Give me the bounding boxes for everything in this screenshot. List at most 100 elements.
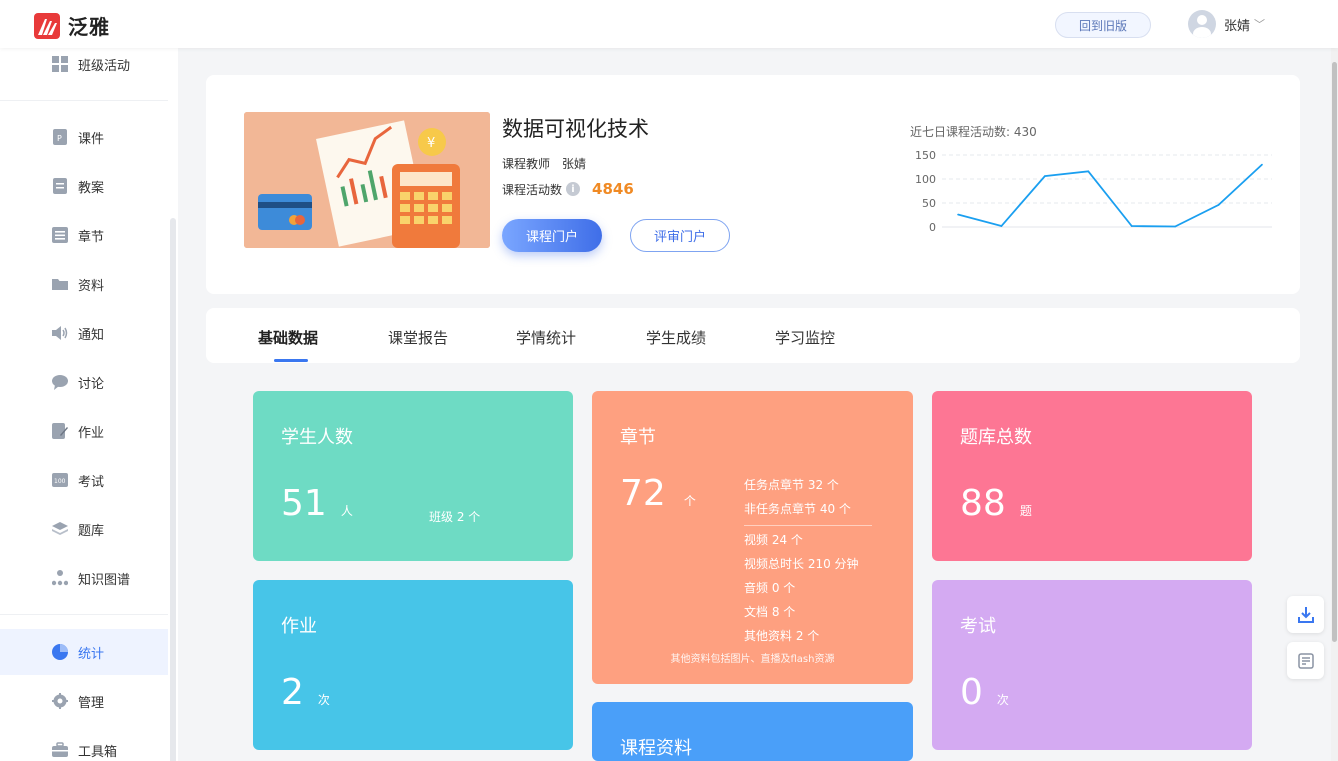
card-unit: 人: [340, 504, 353, 518]
sidebar: 班级活动 P 课件 教案 章节 资料 通知 讨论 作业 100 考试 题库 知识…: [0, 48, 178, 761]
mini-chart-title: 近七日课程活动数: 430: [910, 125, 1037, 139]
sidebar-item-label: 知识图谱: [78, 572, 131, 588]
download-button[interactable]: [1287, 596, 1324, 633]
sidebar-item-label: 课件: [78, 131, 105, 147]
card-value-line: 2 次: [281, 672, 330, 713]
toolbox-icon: [52, 742, 68, 757]
course-activity: 课程活动数 i 4846: [502, 180, 634, 198]
data-point[interactable]: [1130, 225, 1133, 227]
card-value-line: 0 次: [960, 672, 1009, 713]
sidebar-scrollbar[interactable]: [170, 218, 176, 761]
course-info-card: ¥ 数据可视化技术 课程教师 张婧 课程活动数 i 4846 课程门户 评审门户 …: [206, 75, 1300, 294]
tab-student-grades[interactable]: 学生成绩: [646, 327, 706, 348]
teacher-name: 张婧: [562, 157, 587, 171]
students-card[interactable]: 学生人数 51 人 班级 2 个: [253, 391, 573, 561]
logo-icon: [34, 12, 60, 39]
sidebar-item-label: 讨论: [78, 376, 105, 392]
speaker-icon: [52, 326, 68, 340]
sidebar-item-question-bank[interactable]: 题库: [0, 506, 168, 552]
detail-item: 音频 0 个: [744, 581, 796, 595]
user-menu[interactable]: 张婧 ﹀: [1188, 10, 1265, 38]
materials-card[interactable]: 课程资料: [592, 702, 913, 761]
data-point[interactable]: [1087, 170, 1090, 173]
course-portal-button[interactable]: 课程门户: [502, 219, 602, 252]
data-point[interactable]: [1217, 204, 1220, 206]
sidebar-item-knowledge-graph[interactable]: 知识图谱: [0, 555, 168, 601]
exams-card[interactable]: 考试 0 次: [932, 580, 1252, 750]
sidebar-item-homework[interactable]: 作业: [0, 408, 168, 454]
sidebar-item-courseware[interactable]: P 课件: [0, 114, 168, 160]
sidebar-item-manage[interactable]: 管理: [0, 678, 168, 724]
data-point[interactable]: [1000, 225, 1003, 227]
card-value-line: 51 人: [281, 483, 353, 524]
sidebar-item-label: 工具箱: [78, 744, 118, 760]
sidebar-item-label: 管理: [78, 695, 105, 711]
feedback-icon: [1297, 652, 1314, 669]
card-title: 作业: [281, 616, 317, 637]
chapters-card[interactable]: 章节 72 个 任务点章节 32 个 非任务点章节 40 个 视频 24 个 视…: [592, 391, 913, 684]
sidebar-item-chapters[interactable]: 章节: [0, 212, 168, 258]
homework-card[interactable]: 作业 2 次: [253, 580, 573, 750]
old-version-button[interactable]: 回到旧版: [1055, 12, 1151, 38]
data-point[interactable]: [1261, 163, 1263, 166]
user-name: 张婧: [1224, 18, 1251, 34]
class-count: 班级 2 个: [429, 510, 481, 524]
data-point[interactable]: [1174, 225, 1176, 228]
tab-learning-monitor[interactable]: 学习监控: [775, 327, 835, 348]
sidebar-item-toolbox[interactable]: 工具箱: [0, 727, 168, 761]
chapter-details: 任务点章节 32 个 非任务点章节 40 个 视频 24 个 视频总时长 210…: [744, 473, 872, 648]
activity-count: 4846: [592, 180, 634, 198]
sidebar-item-label: 章节: [78, 229, 105, 245]
avatar[interactable]: [1188, 10, 1216, 38]
card-value: 0: [960, 672, 983, 713]
svg-text:P: P: [57, 134, 62, 143]
tab-class-report[interactable]: 课堂报告: [388, 327, 448, 348]
card-value: 51: [281, 483, 327, 524]
tab-basic-data[interactable]: 基础数据: [258, 327, 318, 348]
detail-item: 文档 8 个: [744, 605, 796, 619]
data-point[interactable]: [1044, 175, 1046, 177]
pie-chart-icon: [52, 644, 68, 660]
question-bank-card[interactable]: 题库总数 88 题: [932, 391, 1252, 561]
card-value-line: 88 题: [960, 483, 1032, 524]
card-title: 课程资料: [620, 738, 692, 759]
top-bar: 泛雅 回到旧版 张婧 ﹀: [0, 0, 1338, 48]
sidebar-item-statistics[interactable]: 统计: [0, 629, 168, 675]
teacher-label: 课程教师: [502, 157, 551, 171]
list-icon: [52, 227, 68, 243]
page-scrollbar[interactable]: [1331, 48, 1338, 761]
scrollbar-thumb[interactable]: [1332, 62, 1337, 642]
svg-text:100: 100: [54, 478, 66, 485]
course-title: 数据可视化技术: [502, 117, 649, 141]
activity-line-chart: 0 50 100 150: [915, 149, 1272, 234]
card-title: 章节: [620, 427, 656, 448]
sidebar-item-label: 资料: [78, 278, 105, 294]
ppt-icon: P: [53, 129, 67, 145]
divider: [744, 525, 872, 526]
card-value-line: 72 个: [620, 473, 696, 514]
document-icon: [53, 178, 67, 194]
sidebar-item-notices[interactable]: 通知: [0, 310, 168, 356]
activity-label: 课程活动数: [502, 182, 563, 197]
info-icon[interactable]: i: [566, 182, 581, 196]
sidebar-item-lesson-plan[interactable]: 教案: [0, 163, 168, 209]
review-portal-button[interactable]: 评审门户: [630, 219, 730, 252]
tab-learning-stats[interactable]: 学情统计: [516, 327, 576, 348]
feedback-button[interactable]: [1287, 642, 1324, 679]
sidebar-item-materials[interactable]: 资料: [0, 261, 168, 307]
y-tick-label: 0: [929, 221, 936, 234]
sidebar-item-exams[interactable]: 100 考试: [0, 457, 168, 503]
card-unit: 次: [996, 693, 1009, 707]
card-value: 72: [620, 473, 666, 514]
series-line: [957, 163, 1263, 228]
chapter-note: 其他资料包括图片、直播及flash资源: [670, 654, 835, 665]
svg-text:¥: ¥: [427, 136, 435, 151]
detail-item: 非任务点章节 40 个: [744, 502, 851, 516]
detail-item: 视频 24 个: [744, 533, 803, 547]
logo[interactable]: 泛雅: [34, 11, 110, 40]
data-point[interactable]: [957, 213, 959, 216]
card-unit: 次: [317, 693, 330, 707]
edit-icon: [52, 423, 68, 439]
folder-icon: [52, 279, 68, 290]
sidebar-item-discussion[interactable]: 讨论: [0, 359, 168, 405]
